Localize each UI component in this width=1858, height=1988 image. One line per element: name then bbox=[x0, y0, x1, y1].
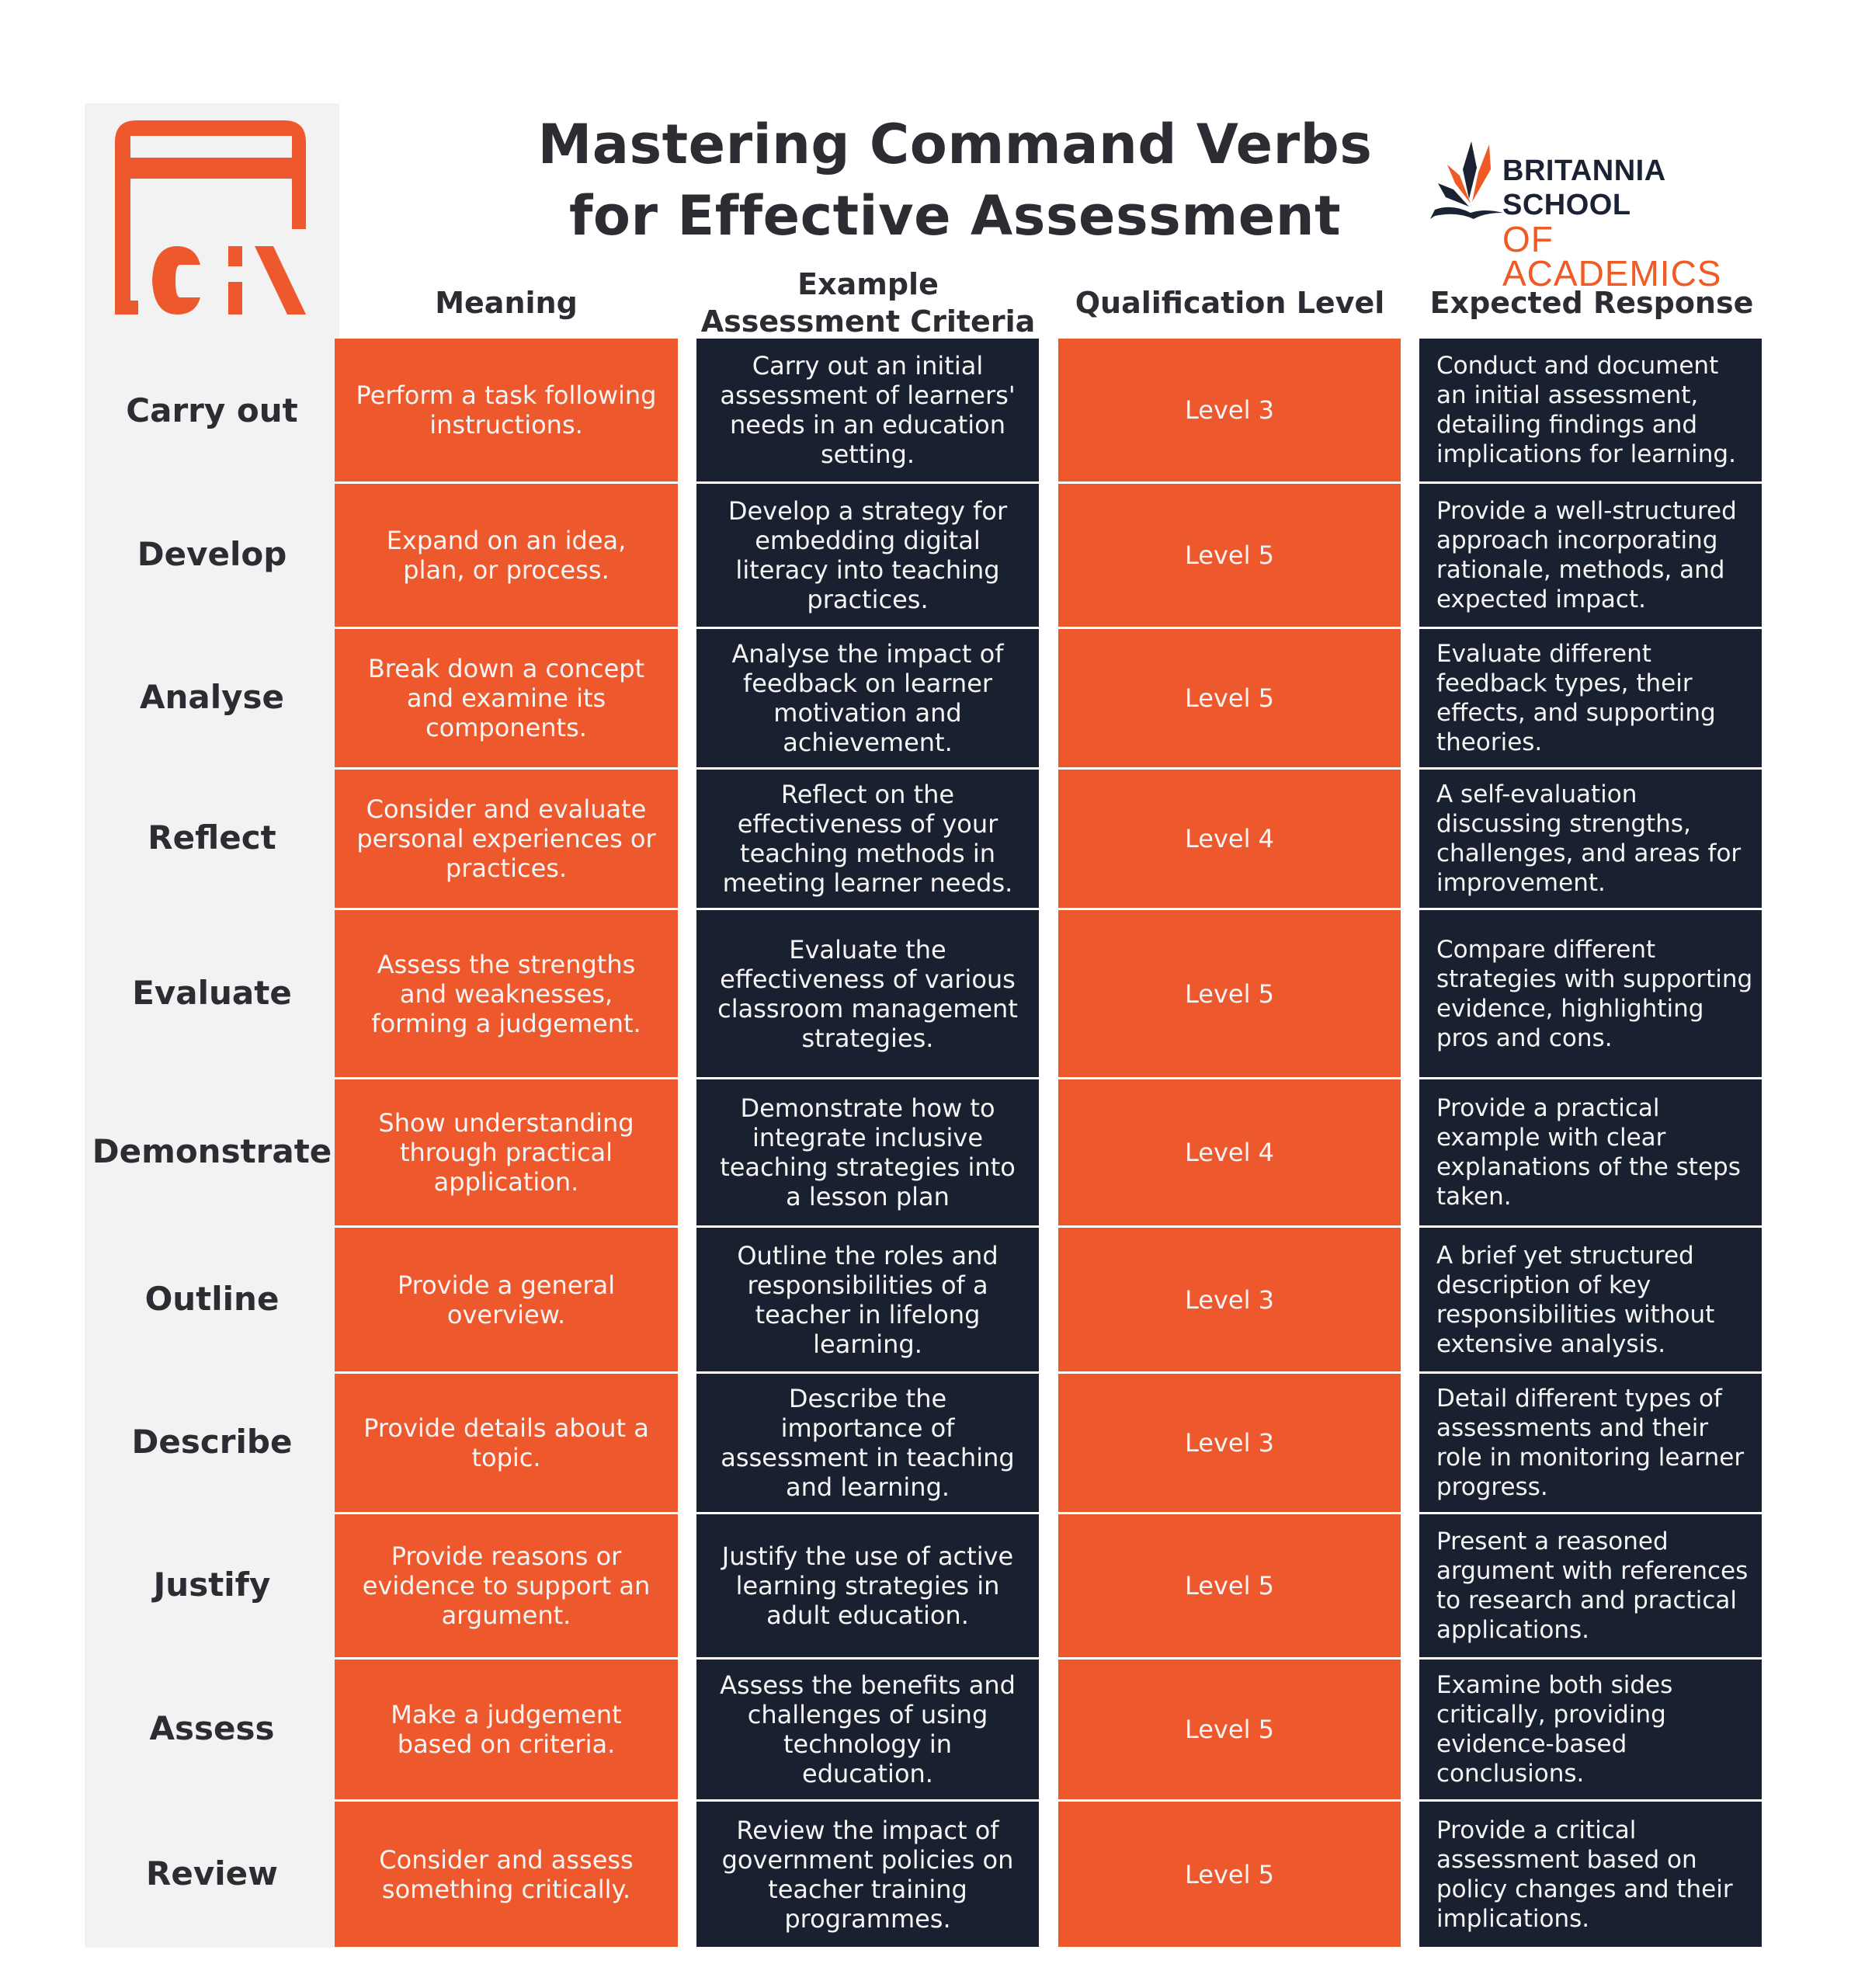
example-criteria-cell: Develop a strategy for embedding digital… bbox=[696, 484, 1039, 627]
qualification-level-cell: Level 5 bbox=[1058, 484, 1401, 627]
meaning-cell: Break down a concept and examine its com… bbox=[335, 629, 678, 767]
expected-response-cell: Compare different strategies with suppor… bbox=[1419, 910, 1762, 1077]
meaning-cell: Assess the strengths and weaknesses, for… bbox=[335, 910, 678, 1077]
row-verb-label: Develop bbox=[137, 535, 287, 573]
meaning-cell: Perform a task following instructions. bbox=[335, 339, 678, 481]
column-header-example-line-2: Assessment Criteria bbox=[700, 304, 1036, 339]
expected-response-cell: Provide a critical assessment based on p… bbox=[1419, 1802, 1762, 1947]
bsa-monogram-logo bbox=[115, 120, 306, 315]
row-verb-label: Outline bbox=[144, 1279, 280, 1318]
row-verb-label: Justify bbox=[153, 1566, 271, 1604]
row-verb-label: Evaluate bbox=[132, 973, 292, 1012]
britannia-brand-logo: BRITANNIA SCHOOL OF ACADEMICS bbox=[1429, 132, 1770, 291]
qualification-level-cell: Level 4 bbox=[1058, 770, 1401, 908]
qualification-level-cell: Level 5 bbox=[1058, 1660, 1401, 1799]
example-criteria-cell: Demonstrate how to integrate inclusive t… bbox=[696, 1079, 1039, 1225]
row-verb-label: Demonstrate bbox=[92, 1132, 332, 1170]
column-header-example-line-1: Example bbox=[797, 267, 939, 301]
title-line-2: for Effective Assessment bbox=[568, 184, 1342, 248]
qualification-level-cell: Level 5 bbox=[1058, 1514, 1401, 1657]
qualification-level-cell: Level 5 bbox=[1058, 1802, 1401, 1947]
meaning-cell: Consider and assess something critically… bbox=[335, 1802, 678, 1947]
qualification-level-cell: Level 5 bbox=[1058, 629, 1401, 767]
page-title: Mastering Command Verbs for Effective As… bbox=[497, 109, 1413, 252]
example-criteria-cell: Justify the use of active learning strat… bbox=[696, 1514, 1039, 1657]
column-header-meaning: Meaning bbox=[435, 286, 578, 320]
meaning-cell: Provide a general overview. bbox=[335, 1228, 678, 1371]
expected-response-cell: Evaluate different feedback types, their… bbox=[1419, 629, 1762, 767]
example-criteria-cell: Review the impact of government policies… bbox=[696, 1802, 1039, 1947]
qualification-level-cell: Level 5 bbox=[1058, 910, 1401, 1077]
row-verb-label: Carry out bbox=[126, 391, 298, 429]
qualification-level-cell: Level 3 bbox=[1058, 339, 1401, 481]
qualification-level-cell: Level 3 bbox=[1058, 1374, 1401, 1512]
meaning-cell: Show understanding through practical app… bbox=[335, 1079, 678, 1225]
meaning-cell: Make a judgement based on criteria. bbox=[335, 1660, 678, 1799]
column-header-qualification-level: Qualification Level bbox=[1075, 286, 1385, 320]
column-header-example-criteria: Example Assessment Criteria bbox=[683, 264, 1053, 342]
example-criteria-cell: Assess the benefits and challenges of us… bbox=[696, 1660, 1039, 1799]
title-line-1: Mastering Command Verbs bbox=[537, 113, 1373, 176]
example-criteria-cell: Carry out an initial assessment of learn… bbox=[696, 339, 1039, 481]
example-criteria-cell: Analyse the impact of feedback on learne… bbox=[696, 629, 1039, 767]
expected-response-cell: Provide a well-structured approach incor… bbox=[1419, 484, 1762, 627]
expected-response-cell: Conduct and document an initial assessme… bbox=[1419, 339, 1762, 481]
example-criteria-cell: Describe the importance of assessment in… bbox=[696, 1374, 1039, 1512]
column-header-expected-response: Expected Response bbox=[1429, 286, 1754, 320]
expected-response-cell: A brief yet structured description of ke… bbox=[1419, 1228, 1762, 1371]
row-verb-label: Review bbox=[146, 1854, 278, 1892]
qualification-level-cell: Level 4 bbox=[1058, 1079, 1401, 1225]
example-criteria-cell: Evaluate the effectiveness of various cl… bbox=[696, 910, 1039, 1077]
row-verb-label: Analyse bbox=[139, 678, 284, 716]
expected-response-cell: Detail different types of assessments an… bbox=[1419, 1374, 1762, 1512]
meaning-cell: Expand on an idea, plan, or process. bbox=[335, 484, 678, 627]
expected-response-cell: A self-evaluation discussing strengths, … bbox=[1419, 770, 1762, 908]
row-verb-label: Reflect bbox=[148, 818, 276, 857]
meaning-cell: Provide details about a topic. bbox=[335, 1374, 678, 1512]
meaning-cell: Provide reasons or evidence to support a… bbox=[335, 1514, 678, 1657]
meaning-cell: Consider and evaluate personal experienc… bbox=[335, 770, 678, 908]
row-verb-label: Assess bbox=[149, 1709, 275, 1747]
example-criteria-cell: Reflect on the effectiveness of your tea… bbox=[696, 770, 1039, 908]
qualification-level-cell: Level 3 bbox=[1058, 1228, 1401, 1371]
example-criteria-cell: Outline the roles and responsibilities o… bbox=[696, 1228, 1039, 1371]
expected-response-cell: Present a reasoned argument with referen… bbox=[1419, 1514, 1762, 1657]
open-book-flame-icon bbox=[1430, 141, 1503, 219]
expected-response-cell: Provide a practical example with clear e… bbox=[1419, 1079, 1762, 1225]
expected-response-cell: Examine both sides critically, providing… bbox=[1419, 1660, 1762, 1799]
brand-name-line-1: BRITANNIA SCHOOL bbox=[1502, 155, 1665, 221]
row-verb-label: Describe bbox=[131, 1423, 293, 1461]
